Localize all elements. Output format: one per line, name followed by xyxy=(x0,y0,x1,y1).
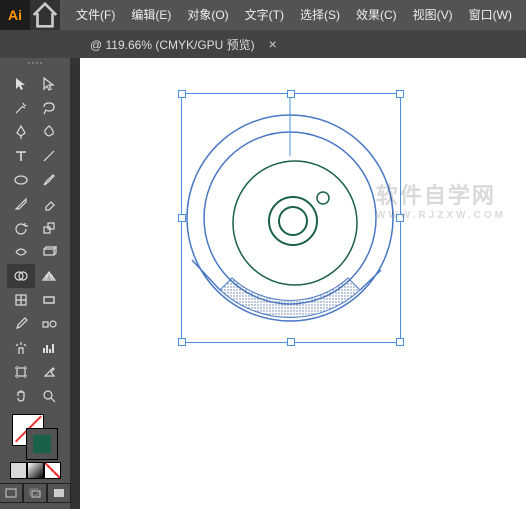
zoom-tool[interactable] xyxy=(35,384,63,408)
stroke-swatch[interactable] xyxy=(26,428,58,460)
menu-effect[interactable]: 效果(C) xyxy=(348,0,405,30)
artboard: 软件自学网 WWW.RJZXW.COM xyxy=(80,58,526,509)
handle-top-right[interactable] xyxy=(396,90,404,98)
slice-tool[interactable] xyxy=(35,360,63,384)
type-tool[interactable] xyxy=(7,144,35,168)
tab-close-icon[interactable]: × xyxy=(269,36,277,52)
rotate-tool[interactable] xyxy=(7,216,35,240)
paintbrush-tool[interactable] xyxy=(35,168,63,192)
screen-mode[interactable] xyxy=(47,483,71,503)
artboard-tool[interactable] xyxy=(7,360,35,384)
menu-edit[interactable]: 编辑(E) xyxy=(123,0,179,30)
app-titlebar: Ai 文件(F) 编辑(E) 对象(O) 文字(T) 选择(S) 效果(C) 视… xyxy=(0,0,526,30)
home-icon[interactable] xyxy=(30,0,60,30)
main-menu: 文件(F) 编辑(E) 对象(O) 文字(T) 选择(S) 效果(C) 视图(V… xyxy=(60,0,526,30)
selection-bounds[interactable] xyxy=(181,93,401,343)
curvature-pen-tool[interactable] xyxy=(35,120,63,144)
hand-tool[interactable] xyxy=(7,384,35,408)
color-gradient-icon[interactable] xyxy=(27,462,44,479)
canvas[interactable]: 软件自学网 WWW.RJZXW.COM xyxy=(80,58,526,509)
magic-wand-tool[interactable] xyxy=(7,96,35,120)
handle-top-left[interactable] xyxy=(178,90,186,98)
menu-object[interactable]: 对象(O) xyxy=(179,0,236,30)
menu-type[interactable]: 文字(T) xyxy=(237,0,292,30)
selection-tool[interactable] xyxy=(7,72,35,96)
handle-bottom-left[interactable] xyxy=(178,338,186,346)
tools-panel xyxy=(0,58,70,509)
document-tabs: @ 119.66% (CMYK/GPU 预览) × xyxy=(0,30,526,58)
gradient-tool[interactable] xyxy=(35,288,63,312)
fill-stroke-swatch[interactable] xyxy=(12,414,58,460)
draw-mode-normal[interactable] xyxy=(0,483,23,503)
draw-mode-behind[interactable] xyxy=(23,483,47,503)
color-solid-icon[interactable] xyxy=(10,462,27,479)
lasso-tool[interactable] xyxy=(35,96,63,120)
tab-title: @ 119.66% (CMYK/GPU 预览) xyxy=(90,36,255,53)
column-graph-tool[interactable] xyxy=(35,336,63,360)
line-segment-tool[interactable] xyxy=(35,144,63,168)
scale-tool[interactable] xyxy=(35,216,63,240)
blend-tool[interactable] xyxy=(35,312,63,336)
handle-bottom[interactable] xyxy=(287,338,295,346)
handle-left[interactable] xyxy=(178,214,186,222)
handle-right[interactable] xyxy=(396,214,404,222)
width-tool[interactable] xyxy=(7,240,35,264)
pen-tool[interactable] xyxy=(7,120,35,144)
menu-select[interactable]: 选择(S) xyxy=(292,0,348,30)
shape-builder-tool[interactable] xyxy=(7,264,35,288)
draw-screen-modes xyxy=(0,483,71,503)
panel-grip[interactable] xyxy=(20,62,50,70)
menu-file[interactable]: 文件(F) xyxy=(68,0,123,30)
handle-top[interactable] xyxy=(287,90,295,98)
handle-bottom-right[interactable] xyxy=(396,338,404,346)
eyedropper-tool[interactable] xyxy=(7,312,35,336)
color-mode-row xyxy=(10,462,61,479)
symbol-sprayer-tool[interactable] xyxy=(7,336,35,360)
workspace: 软件自学网 WWW.RJZXW.COM xyxy=(0,58,526,509)
free-transform-tool[interactable] xyxy=(35,240,63,264)
rectangle-tool[interactable] xyxy=(7,168,35,192)
mesh-tool[interactable] xyxy=(7,288,35,312)
document-tab[interactable]: @ 119.66% (CMYK/GPU 预览) × xyxy=(80,30,287,58)
eraser-tool[interactable] xyxy=(35,192,63,216)
shaper-tool[interactable] xyxy=(7,192,35,216)
color-none-icon[interactable] xyxy=(44,462,61,479)
perspective-grid-tool[interactable] xyxy=(35,264,63,288)
direct-selection-tool[interactable] xyxy=(35,72,63,96)
app-logo: Ai xyxy=(0,0,30,30)
menu-view[interactable]: 视图(V) xyxy=(405,0,461,30)
menu-window[interactable]: 窗口(W) xyxy=(461,0,520,30)
